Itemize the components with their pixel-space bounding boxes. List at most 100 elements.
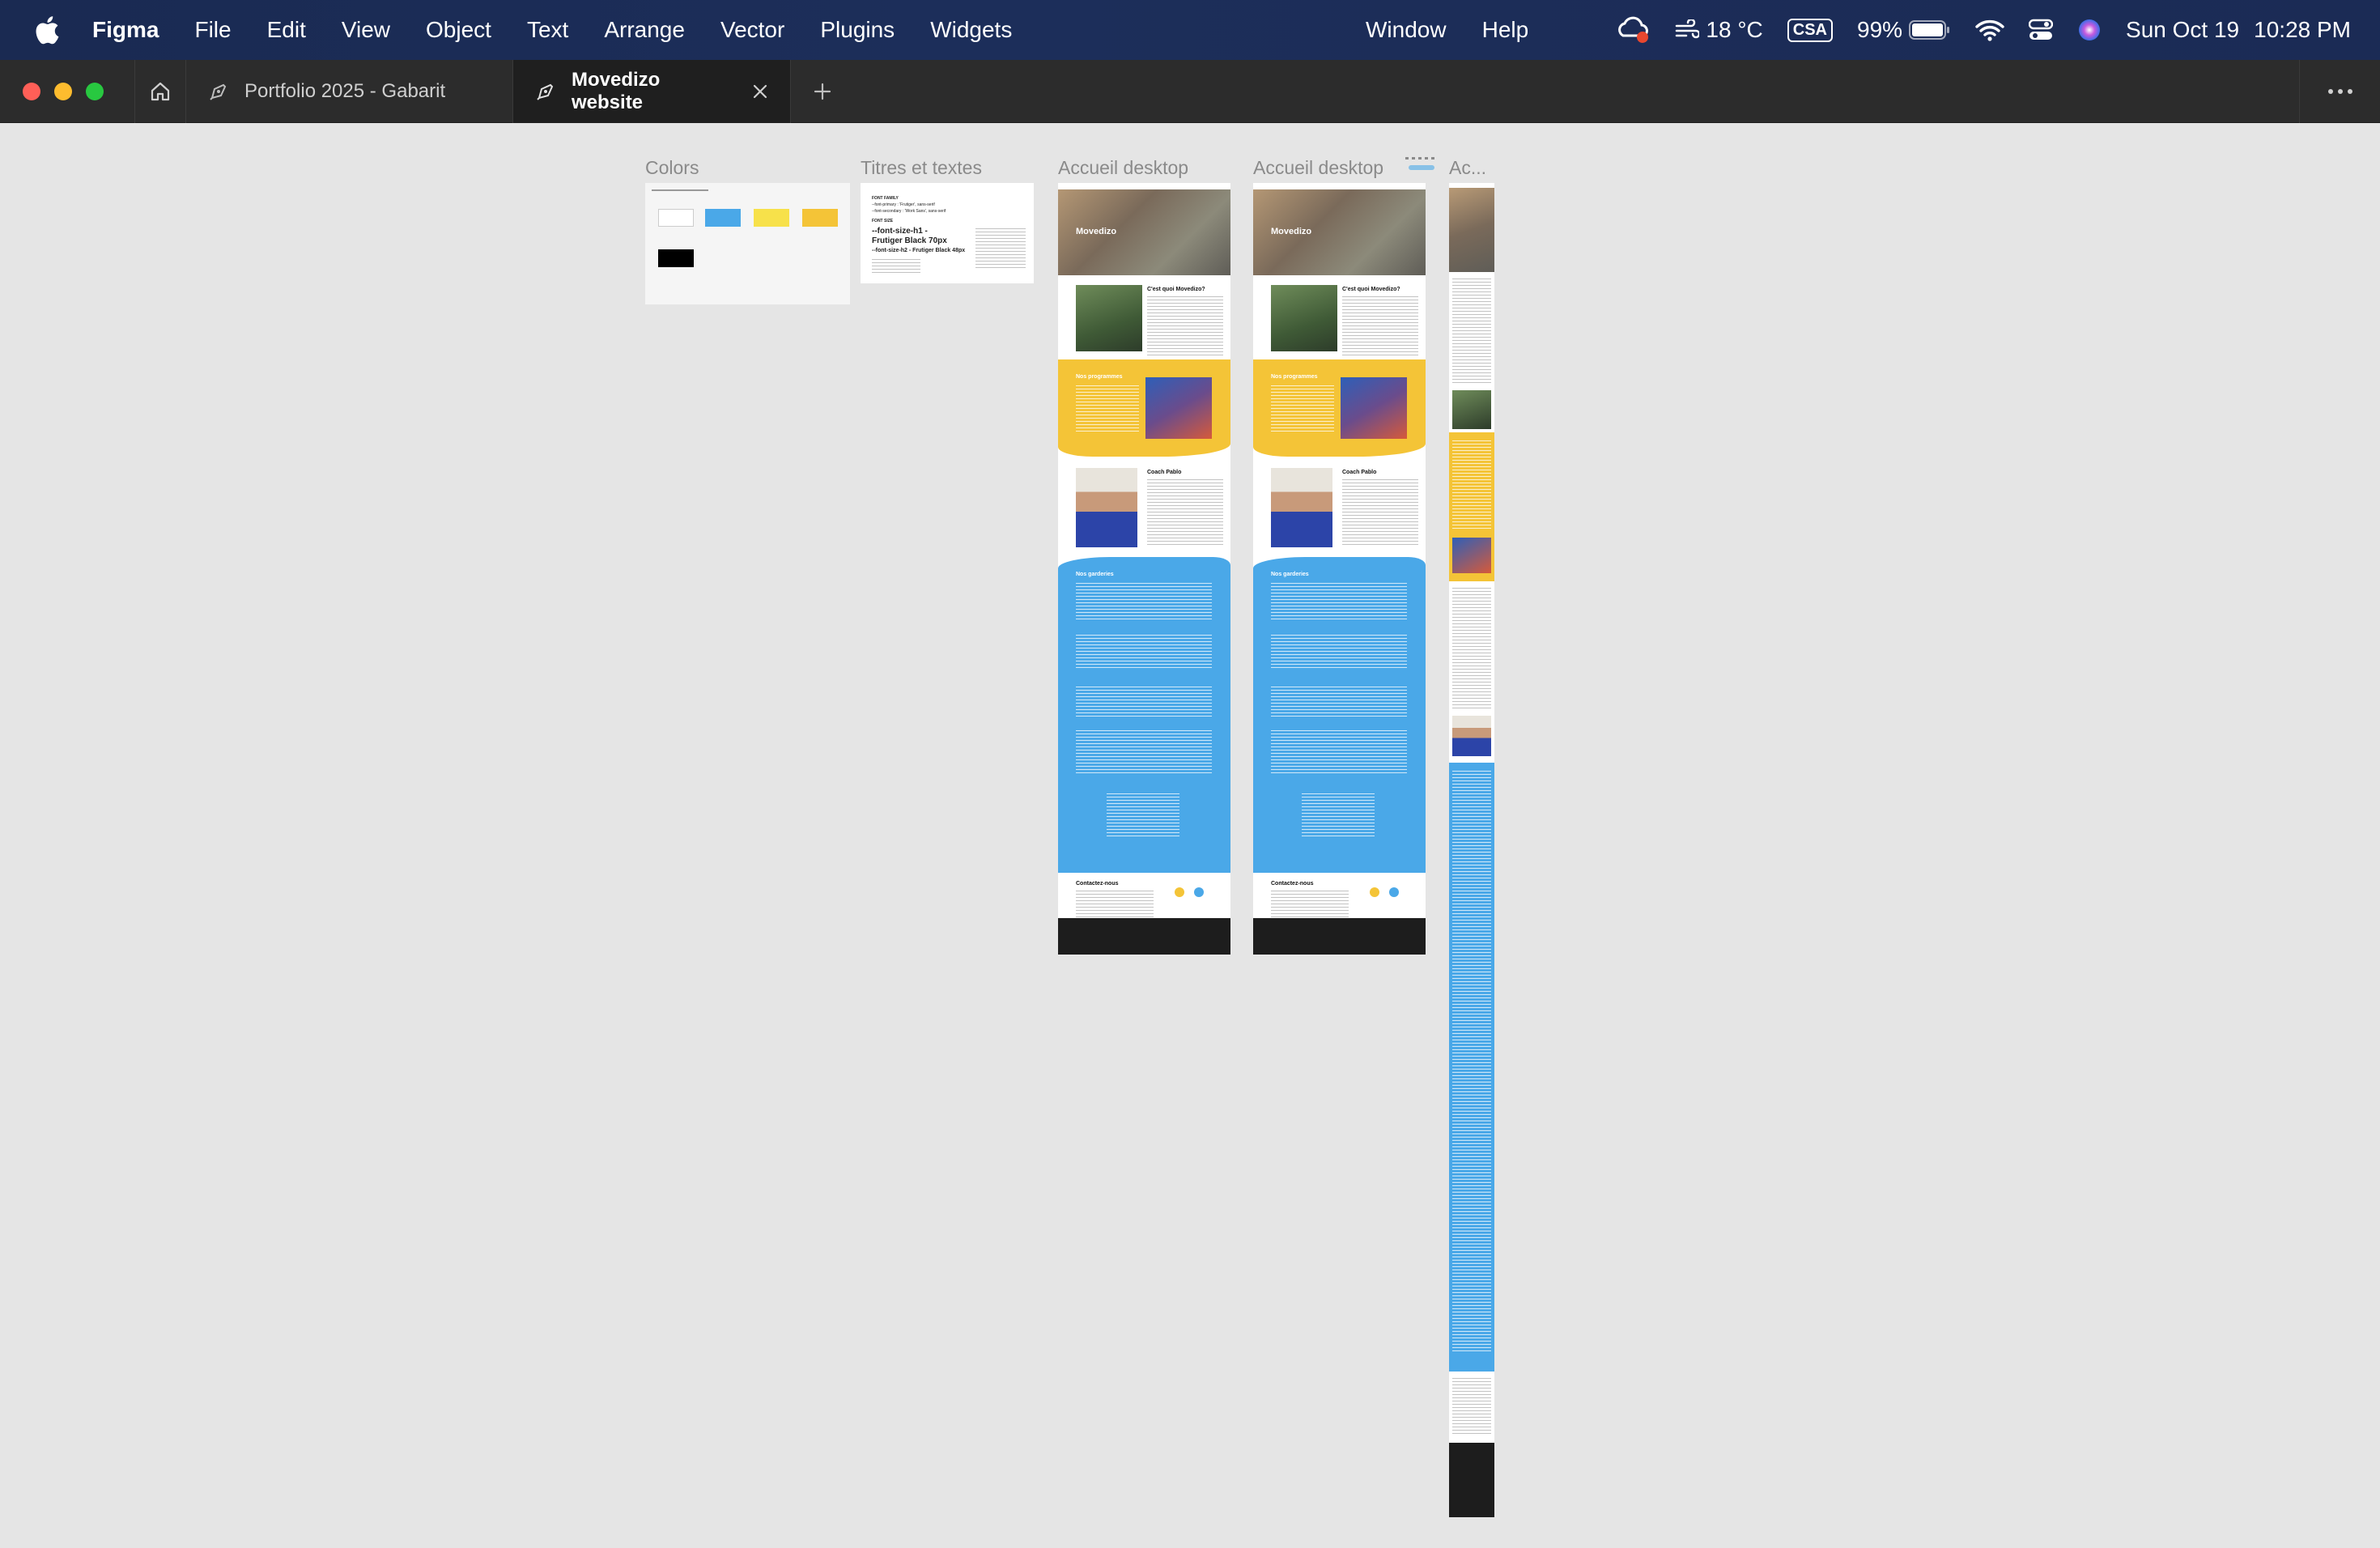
frame-colors[interactable] — [645, 183, 850, 304]
menu-edit[interactable]: Edit — [249, 17, 324, 43]
window-controls — [0, 82, 104, 100]
coach-photo — [1076, 468, 1137, 547]
programs-section: Nos programmes — [1058, 359, 1230, 457]
coach-text — [1342, 479, 1418, 546]
control-center-icon[interactable] — [2029, 19, 2054, 41]
frame-more-icon[interactable] — [1405, 157, 1438, 173]
new-tab-button[interactable] — [791, 60, 854, 123]
programs-photo — [1145, 377, 1212, 439]
input-source-badge[interactable]: CSA — [1787, 18, 1833, 42]
menu-plugins[interactable]: Plugins — [802, 17, 912, 43]
daycares-text — [1271, 730, 1407, 776]
color-swatch-gold[interactable] — [802, 209, 838, 227]
battery-percent: 99% — [1857, 17, 1903, 42]
daycares-section: Nos garderies — [1253, 557, 1426, 873]
daycares-text — [1076, 687, 1212, 719]
menu-text[interactable]: Text — [509, 17, 586, 43]
programs-photo — [1341, 377, 1407, 439]
home-icon — [151, 82, 170, 100]
font-secondary-line: --font-secondary : 'Work Sans', sans-ser… — [872, 209, 946, 214]
daycares-text — [1302, 793, 1375, 839]
clock-time: 10:28 PM — [2254, 17, 2351, 42]
coach-title: Coach Pablo — [1342, 470, 1377, 475]
text-sample-lines — [975, 228, 1026, 270]
daycares-title: Nos garderies — [1271, 572, 1309, 577]
close-window-button[interactable] — [23, 82, 40, 100]
daycares-text — [1076, 635, 1212, 670]
design-file-icon — [210, 83, 227, 100]
more-icon — [2327, 89, 2352, 94]
programs-text — [1076, 385, 1139, 434]
site-nav — [1253, 183, 1426, 189]
apple-icon[interactable] — [32, 14, 60, 46]
kid-soccer-photo — [1271, 285, 1337, 351]
figma-canvas[interactable]: Colors Titres et textes FONT FAMILY --fo… — [0, 123, 2380, 1548]
tab-portfolio[interactable]: Portfolio 2025 - Gabarit — [186, 59, 513, 123]
frame-label-titles[interactable]: Titres et textes — [861, 157, 982, 179]
mobile-daycares-section — [1449, 763, 1494, 1372]
minimize-window-button[interactable] — [54, 82, 72, 100]
mobile-daycares-text — [1452, 771, 1491, 1354]
mobile-footer — [1449, 1443, 1494, 1517]
contact-text — [1271, 891, 1349, 918]
menu-widgets[interactable]: Widgets — [912, 17, 1030, 43]
hero-banner: Movedizo — [1058, 183, 1230, 275]
frame-label-colors[interactable]: Colors — [645, 157, 699, 179]
menu-vector[interactable]: Vector — [703, 17, 802, 43]
frame-heading-line — [652, 189, 708, 191]
frame-mobile[interactable] — [1449, 183, 1494, 1517]
mobile-coach-text — [1452, 588, 1491, 709]
coach-photo — [1271, 468, 1332, 547]
wifi-icon[interactable] — [1975, 19, 2004, 41]
daycares-text — [1271, 687, 1407, 719]
home-button[interactable] — [134, 59, 186, 123]
hero-brand: Movedizo — [1076, 227, 1117, 236]
daycares-text — [1107, 793, 1179, 839]
figma-tab-bar: Portfolio 2025 - Gabarit Movedizo websit… — [0, 59, 2380, 123]
frame-desktop-2[interactable]: Movedizo C'est quoi Movedizo? Nos progra… — [1253, 183, 1426, 955]
menu-view[interactable]: View — [324, 17, 408, 43]
mobile-contact-text — [1452, 1378, 1491, 1435]
battery-status[interactable]: 99% — [1857, 17, 1951, 43]
font-size-h2-line: --font-size-h2 - Frutiger Black 48px — [872, 248, 966, 253]
tab-movedizo[interactable]: Movedizo website — [513, 59, 791, 123]
coach-text — [1147, 479, 1223, 546]
daycares-text — [1271, 583, 1407, 622]
frame-titles[interactable]: FONT FAMILY --font-primary : 'Frutiger',… — [861, 183, 1034, 283]
mobile-about-text — [1452, 279, 1491, 384]
menu-app-figma[interactable]: Figma — [84, 17, 176, 43]
site-footer — [1058, 918, 1230, 955]
programs-title: Nos programmes — [1076, 374, 1123, 380]
contact-badge-yellow — [1370, 887, 1379, 897]
zoom-window-button[interactable] — [86, 82, 104, 100]
contact-text — [1076, 891, 1154, 918]
coach-title: Coach Pablo — [1147, 470, 1182, 475]
frame-label-desktop-2[interactable]: Accueil desktop — [1253, 157, 1383, 179]
mobile-programs-photo — [1452, 538, 1491, 573]
more-options-button[interactable] — [2299, 60, 2380, 123]
menu-file[interactable]: File — [176, 17, 249, 43]
site-nav — [1058, 183, 1230, 189]
creative-cloud-icon[interactable] — [1618, 16, 1651, 44]
menu-arrange[interactable]: Arrange — [586, 17, 703, 43]
programs-text — [1271, 385, 1334, 434]
menu-help[interactable]: Help — [1464, 17, 1547, 43]
siri-icon[interactable] — [2077, 18, 2102, 42]
frame-desktop-1[interactable]: Movedizo C'est quoi Movedizo? Nos progra… — [1058, 183, 1230, 955]
mobile-hero — [1449, 188, 1494, 272]
font-family-heading: FONT FAMILY — [872, 196, 899, 201]
frame-label-desktop-1[interactable]: Accueil desktop — [1058, 157, 1188, 179]
color-swatch-blue[interactable] — [705, 209, 741, 227]
color-swatch-yellow[interactable] — [754, 209, 789, 227]
frame-label-mobile[interactable]: Ac... — [1449, 157, 1486, 179]
menu-window[interactable]: Window — [1348, 17, 1464, 43]
menu-object[interactable]: Object — [408, 17, 509, 43]
close-tab-icon[interactable] — [751, 83, 769, 100]
font-size-h1-line: --font-size-h1 - — [872, 227, 928, 236]
color-swatch-black[interactable] — [658, 249, 694, 267]
contact-title: Contactez-nous — [1271, 881, 1314, 887]
color-swatch-white[interactable] — [658, 209, 694, 227]
clock[interactable]: Sun Oct 19 10:28 PM — [2126, 17, 2351, 43]
design-file-icon — [537, 83, 554, 100]
weather-status[interactable]: 18 °C — [1675, 17, 1763, 43]
